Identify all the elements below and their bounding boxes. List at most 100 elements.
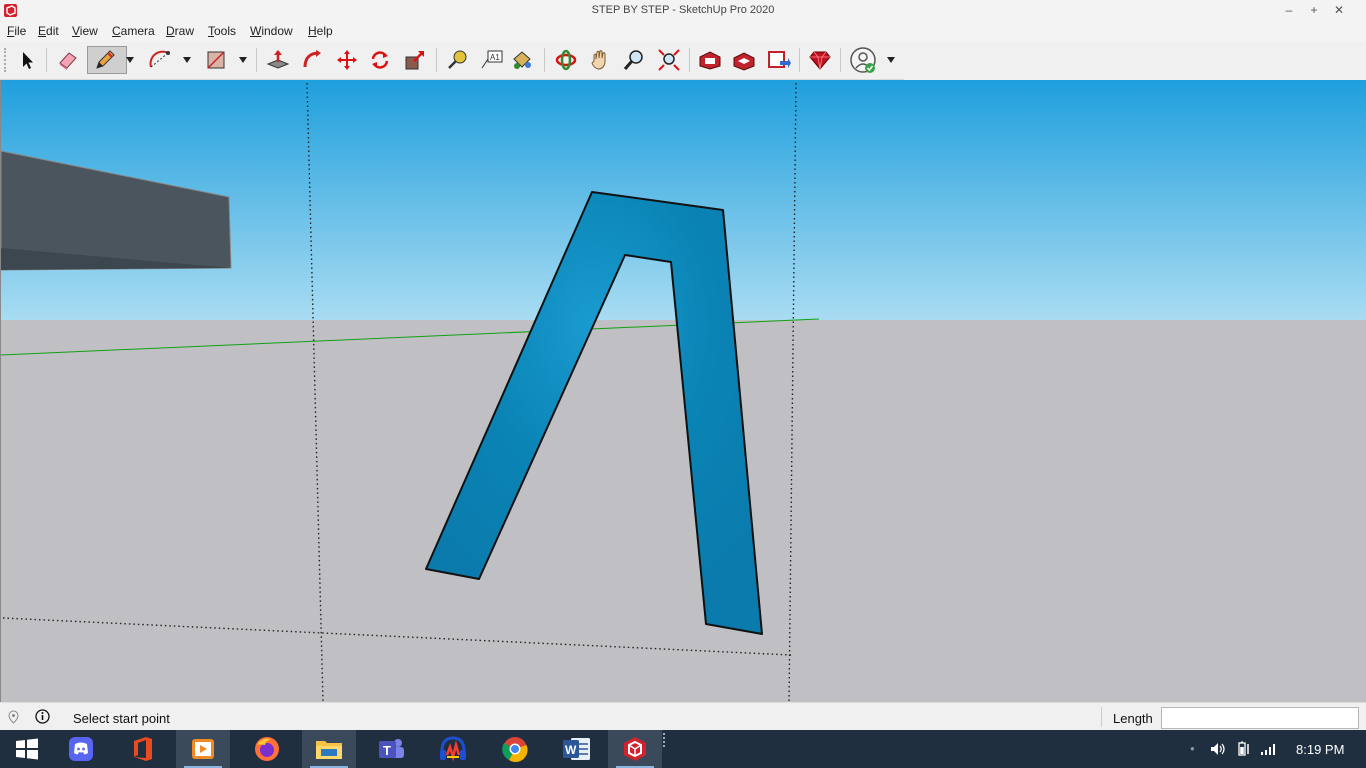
push-pull-icon — [266, 50, 290, 69]
status-message: Select start point — [73, 711, 170, 726]
eraser-tool-button[interactable] — [54, 46, 82, 74]
status-bar: Select start point Length — [0, 702, 1366, 731]
pencil-dropdown[interactable] — [123, 46, 137, 74]
toolbar-divider — [436, 48, 437, 72]
menu-window[interactable]: Window — [250, 24, 293, 38]
chevron-down-icon — [239, 57, 247, 63]
svg-text:W: W — [565, 743, 577, 757]
minimize-button[interactable]: – — [1281, 3, 1297, 19]
geo-location-icon[interactable] — [7, 710, 20, 724]
follow-me-tool-button[interactable] — [298, 46, 326, 74]
chevron-down-icon — [887, 57, 895, 63]
menu-file[interactable]: File — [7, 24, 26, 38]
arc-icon — [149, 50, 170, 68]
volume-icon[interactable] — [1210, 742, 1226, 756]
paint-bucket-tool-button[interactable] — [508, 46, 536, 74]
pencil-tool-button[interactable] — [87, 46, 127, 74]
extension-warehouse-button[interactable] — [765, 46, 793, 74]
windows-taskbar: T W ● 8:19 PM — [0, 730, 1366, 768]
svg-text:A1: A1 — [490, 53, 500, 62]
title-bar: STEP BY STEP - SketchUp Pro 2020 – + ✕ — [0, 0, 1366, 22]
account-icon — [850, 47, 876, 73]
ruby-icon — [809, 51, 831, 70]
share-model-icon — [733, 52, 755, 71]
start-icon — [16, 738, 38, 760]
menu-draw[interactable]: Draw — [166, 24, 194, 38]
move-tool-button[interactable] — [333, 46, 361, 74]
toolbar-divider — [46, 48, 47, 72]
start-button[interactable] — [0, 730, 54, 768]
taskbar-chrome[interactable] — [488, 730, 542, 768]
rectangle-dropdown[interactable] — [236, 46, 250, 74]
move-icon — [337, 50, 357, 70]
rotate-tool-button[interactable] — [366, 46, 394, 74]
maximize-button[interactable]: + — [1306, 3, 1322, 19]
window-title: STEP BY STEP - SketchUp Pro 2020 — [591, 4, 775, 16]
arc-tool-button[interactable] — [146, 46, 174, 74]
taskbar-word[interactable]: W — [550, 730, 604, 768]
menu-tools[interactable]: Tools — [208, 24, 236, 38]
ruby-console-button[interactable] — [806, 46, 834, 74]
zoom-tool-button[interactable] — [620, 46, 648, 74]
toolbar-divider — [799, 48, 800, 72]
taskbar-sketchup[interactable] — [608, 730, 662, 768]
rectangle-icon — [207, 51, 225, 69]
menu-edit[interactable]: Edit — [38, 24, 59, 38]
svg-text:T: T — [383, 743, 391, 758]
firefox-icon — [255, 737, 279, 761]
measurements-label: Length — [1113, 711, 1153, 726]
info-icon[interactable] — [35, 709, 50, 724]
toolbar-divider — [544, 48, 545, 72]
taskbar-firefox[interactable] — [240, 730, 294, 768]
text-tool-button[interactable]: A1 — [478, 46, 506, 74]
taskbar-discord[interactable] — [54, 730, 108, 768]
taskbar-overflow-grip[interactable] — [663, 733, 668, 747]
measurements-input[interactable] — [1161, 707, 1359, 729]
chrome-icon — [502, 737, 528, 762]
arc-dropdown[interactable] — [180, 46, 194, 74]
close-button[interactable]: ✕ — [1331, 3, 1347, 19]
discord-icon — [69, 737, 93, 761]
taskbar-clock[interactable]: 8:19 PM — [1296, 742, 1344, 757]
follow-me-icon — [303, 50, 321, 68]
network-icon[interactable] — [1260, 743, 1276, 755]
taskbar-file-explorer[interactable] — [302, 730, 356, 768]
warehouse-icon — [699, 51, 721, 70]
rectangle-tool-button[interactable] — [202, 46, 230, 74]
menu-help[interactable]: Help — [308, 24, 333, 38]
menu-view[interactable]: View — [72, 24, 98, 38]
share-model-button[interactable] — [730, 46, 758, 74]
show-hidden-icons[interactable]: ● — [1190, 744, 1195, 753]
menu-camera[interactable]: Camera — [112, 24, 155, 38]
text-icon: A1 — [481, 50, 503, 69]
scale-icon — [405, 51, 424, 70]
scale-tool-button[interactable] — [401, 46, 429, 74]
zoom-extents-icon — [658, 49, 680, 71]
taskbar-media-player[interactable] — [176, 730, 230, 768]
teams-icon: T — [379, 739, 404, 758]
select-tool-button[interactable] — [13, 46, 41, 74]
pan-tool-button[interactable] — [586, 46, 614, 74]
account-dropdown[interactable] — [884, 46, 898, 74]
toolbar-grip[interactable] — [4, 48, 10, 72]
word-icon: W — [563, 738, 590, 760]
warehouse-button[interactable] — [696, 46, 724, 74]
taskbar-teams[interactable]: T — [364, 730, 418, 768]
model-viewport[interactable] — [0, 80, 1366, 702]
rotate-icon — [371, 51, 389, 69]
orbit-icon — [555, 49, 577, 71]
taskbar-office[interactable] — [116, 730, 170, 768]
toolbar-divider — [256, 48, 257, 72]
account-button[interactable] — [849, 46, 877, 74]
battery-icon[interactable] — [1236, 741, 1252, 757]
toolbar-divider — [689, 48, 690, 72]
zoom-extents-tool-button[interactable] — [655, 46, 683, 74]
menu-bar: File Edit View Camera Draw Tools Window … — [0, 22, 1366, 42]
media-player-icon — [192, 739, 214, 759]
push-pull-tool-button[interactable] — [264, 46, 292, 74]
pan-icon — [591, 50, 606, 70]
tape-measure-tool-button[interactable] — [443, 46, 471, 74]
orbit-tool-button[interactable] — [552, 46, 580, 74]
taskbar-audio-app[interactable] — [426, 730, 480, 768]
sketchup-icon — [624, 737, 646, 761]
